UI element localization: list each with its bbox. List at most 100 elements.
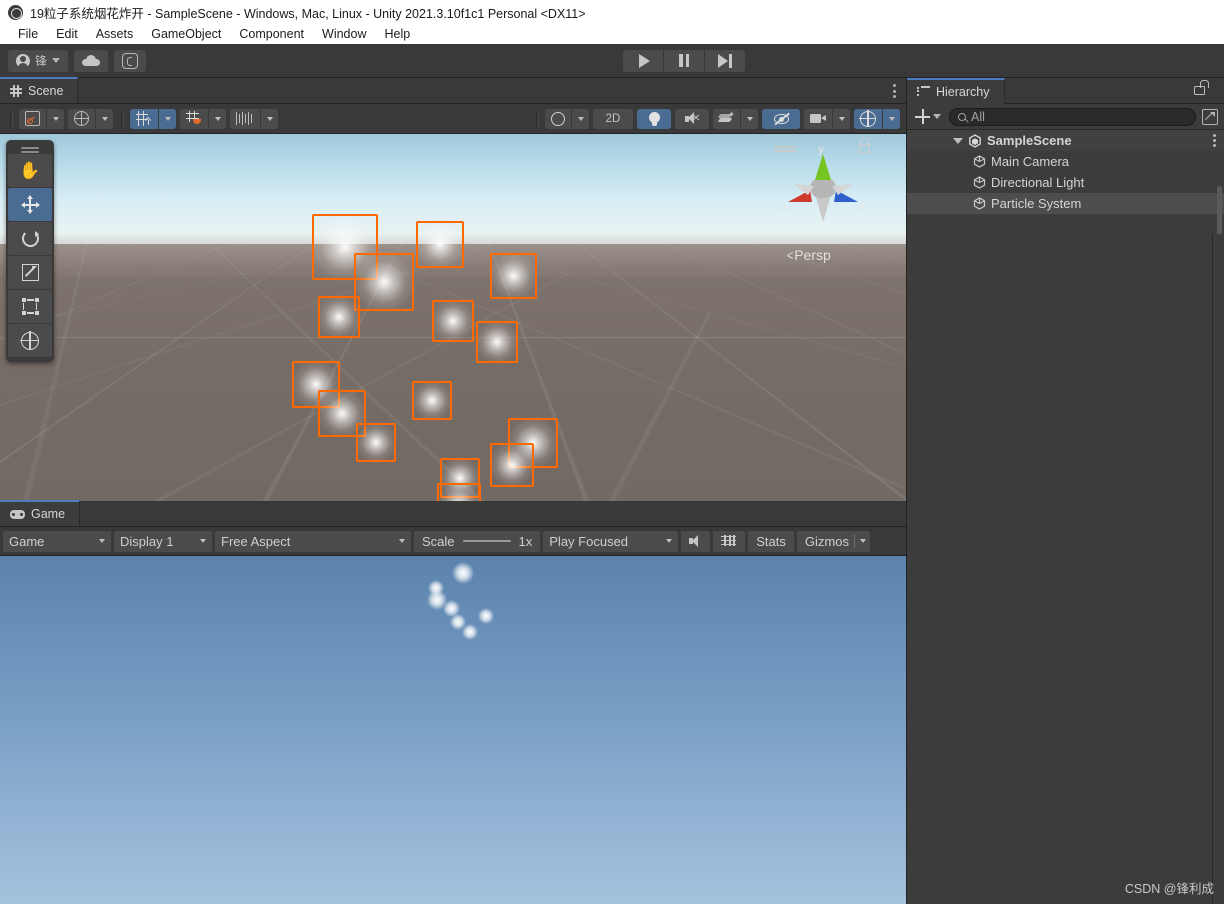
toolbar-separator bbox=[536, 110, 537, 127]
aspect-ratio-label: Free Aspect bbox=[221, 533, 291, 549]
scene-effects-dropdown[interactable] bbox=[741, 108, 758, 129]
hierarchy-tree[interactable]: SampleScene Main Camera Directional Ligh… bbox=[907, 130, 1224, 904]
particle-selection-quad bbox=[490, 443, 534, 487]
display-dropdown[interactable]: Display 1 bbox=[114, 530, 212, 552]
scene-camera-dropdown[interactable] bbox=[833, 108, 850, 129]
play-button[interactable] bbox=[623, 49, 663, 72]
hierarchy-row-samplescene[interactable]: SampleScene bbox=[907, 130, 1224, 151]
scene-effects-button[interactable]: ✦ bbox=[713, 108, 740, 129]
menu-item-window[interactable]: Window bbox=[313, 25, 375, 44]
rect-tool[interactable] bbox=[8, 290, 52, 323]
gameobject-cube-icon bbox=[973, 176, 986, 189]
grid-axis-y-icon bbox=[136, 111, 152, 126]
toggle-2d-label: 2D bbox=[605, 112, 621, 125]
stats-button[interactable]: Stats bbox=[748, 530, 794, 552]
hierarchy-row-directional-light[interactable]: Directional Light bbox=[907, 172, 1224, 193]
grid-snapping-control bbox=[180, 108, 226, 129]
projection-mode-label[interactable]: <Persp bbox=[786, 247, 831, 263]
divider bbox=[853, 534, 855, 548]
hierarchy-tab-bar: Hierarchy bbox=[907, 77, 1224, 104]
grid-snapping-dropdown[interactable] bbox=[209, 108, 226, 129]
snap-increment-button[interactable] bbox=[230, 108, 260, 129]
step-button[interactable] bbox=[705, 49, 745, 72]
search-input[interactable]: All bbox=[949, 107, 1196, 126]
gizmos-dropdown[interactable] bbox=[883, 108, 900, 129]
frame-debugger-button[interactable] bbox=[713, 530, 746, 552]
hierarchy-row-particle-system[interactable]: Particle System bbox=[907, 193, 1224, 214]
frame-debugger-icon bbox=[721, 534, 737, 549]
transform-tool[interactable] bbox=[8, 324, 52, 357]
handle-position-dropdown[interactable] bbox=[47, 108, 64, 129]
plastic-scm-button[interactable] bbox=[114, 49, 147, 72]
scene-view[interactable]: ✋ y x z <Persp bbox=[0, 134, 906, 501]
menu-item-gameobject[interactable]: GameObject bbox=[142, 25, 230, 44]
scale-slider[interactable] bbox=[462, 540, 511, 542]
lock-icon[interactable] bbox=[1194, 80, 1209, 95]
scene-view-toolbar: 2D ✦ bbox=[0, 104, 906, 134]
hierarchy-row-main-camera[interactable]: Main Camera bbox=[907, 151, 1224, 172]
menu-item-assets[interactable]: Assets bbox=[87, 25, 143, 44]
tab-hierarchy[interactable]: Hierarchy bbox=[907, 77, 1005, 104]
palette-drag-handle[interactable] bbox=[21, 147, 39, 149]
mute-audio-button[interactable] bbox=[681, 530, 711, 552]
particle-selection-quad bbox=[432, 300, 474, 342]
toggle-2d-button[interactable]: 2D bbox=[593, 108, 633, 129]
scene-panel-menu-button[interactable] bbox=[893, 84, 896, 98]
handle-position-button[interactable] bbox=[19, 108, 46, 129]
menu-item-edit[interactable]: Edit bbox=[47, 25, 87, 44]
scene-orientation-gizmo[interactable]: y x z <Persp bbox=[768, 138, 878, 265]
tab-scene[interactable]: Scene bbox=[0, 77, 79, 103]
tab-game[interactable]: Game bbox=[0, 500, 81, 526]
rotate-tool[interactable] bbox=[8, 222, 52, 255]
gamepad-icon bbox=[10, 509, 25, 519]
snap-increment-control bbox=[230, 108, 278, 129]
expand-icon[interactable] bbox=[1202, 108, 1218, 125]
scene-camera-button[interactable] bbox=[804, 108, 832, 129]
handle-position-icon bbox=[25, 111, 40, 126]
playback-controls bbox=[623, 49, 745, 72]
scene-lighting-button[interactable] bbox=[637, 108, 671, 129]
play-mode-dropdown[interactable]: Play Focused bbox=[543, 530, 679, 552]
pause-button[interactable] bbox=[664, 49, 704, 72]
menu-item-file[interactable]: File bbox=[9, 25, 47, 44]
scene-audio-button[interactable] bbox=[675, 108, 709, 129]
draw-mode-button[interactable] bbox=[545, 108, 571, 129]
particle-selection-quad bbox=[437, 483, 481, 501]
gizmo-drag-handle[interactable] bbox=[774, 146, 796, 148]
snap-increment-dropdown[interactable] bbox=[261, 108, 278, 129]
hierarchy-scene-label: SampleScene bbox=[987, 133, 1072, 148]
game-view[interactable] bbox=[0, 556, 906, 904]
move-tool[interactable] bbox=[8, 188, 52, 221]
menu-item-component[interactable]: Component bbox=[230, 25, 313, 44]
draw-mode-dropdown[interactable] bbox=[572, 108, 589, 129]
grid-snapping-button[interactable] bbox=[180, 108, 208, 129]
gizmos-button[interactable] bbox=[854, 108, 882, 129]
grid-axis-button[interactable] bbox=[130, 108, 158, 129]
account-button[interactable]: 锋 bbox=[8, 49, 69, 72]
scale-tool[interactable] bbox=[8, 256, 52, 289]
search-icon bbox=[958, 112, 966, 121]
game-view-mode-dropdown[interactable]: Game bbox=[3, 530, 111, 552]
scale-slider-group[interactable]: Scale 1x bbox=[414, 530, 541, 552]
hand-tool[interactable]: ✋ bbox=[8, 154, 52, 187]
plus-icon bbox=[915, 109, 930, 124]
menu-item-help[interactable]: Help bbox=[375, 25, 419, 44]
stats-label: Stats bbox=[756, 533, 786, 549]
search-placeholder: All bbox=[971, 109, 985, 124]
triangle-down-icon[interactable] bbox=[953, 137, 963, 144]
handle-rotation-button[interactable] bbox=[68, 108, 95, 129]
aspect-ratio-dropdown[interactable]: Free Aspect bbox=[215, 530, 411, 552]
lock-icon[interactable] bbox=[859, 138, 870, 153]
scene-visibility-button[interactable] bbox=[762, 108, 800, 129]
cloud-services-button[interactable] bbox=[74, 49, 109, 72]
display-label: Display 1 bbox=[120, 533, 174, 549]
add-gameobject-button[interactable] bbox=[913, 109, 943, 124]
grid-axis-control bbox=[130, 108, 176, 129]
grid-axis-dropdown[interactable] bbox=[159, 108, 176, 129]
hierarchy-item-label: Main Camera bbox=[991, 154, 1070, 169]
chevron-down-icon bbox=[214, 116, 221, 121]
gizmos-button[interactable]: Gizmos bbox=[796, 530, 870, 552]
chevron-down-icon bbox=[52, 116, 59, 121]
chevron-down-icon bbox=[746, 116, 753, 121]
handle-rotation-dropdown[interactable] bbox=[96, 108, 113, 129]
